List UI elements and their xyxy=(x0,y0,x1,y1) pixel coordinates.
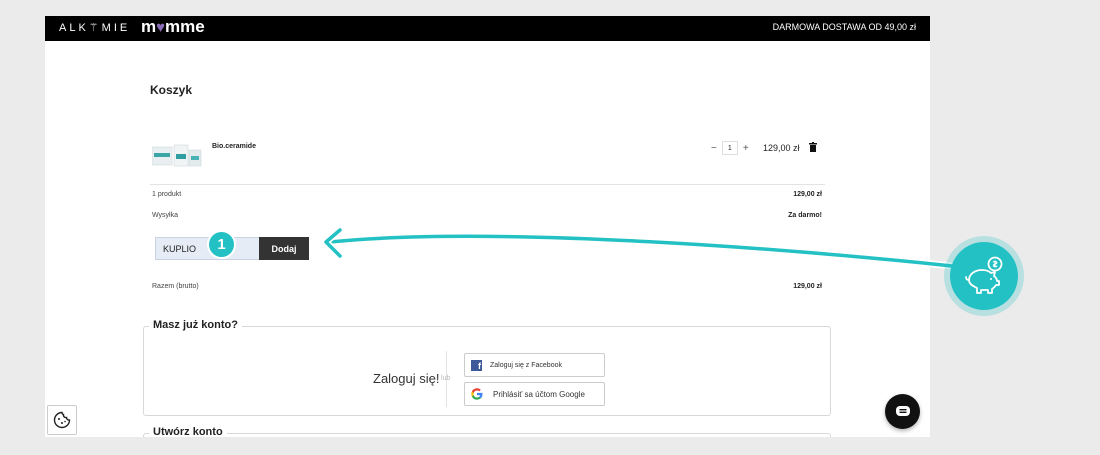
step-badge: 1 xyxy=(207,230,236,259)
alkmie-logo[interactable]: ALK⚚MIE xyxy=(59,21,130,34)
total-label: Razem (brutto) xyxy=(152,283,199,290)
quantity-stepper: − 1 + xyxy=(711,141,749,155)
facebook-icon: f xyxy=(471,359,482,371)
facebook-login-label: Zaloguj się z Facebook xyxy=(490,361,562,369)
checkout-page: ALK⚚MIE m♥mme DARMOWA DOSTAWA OD 49,00 z… xyxy=(45,16,930,437)
increase-quantity-button[interactable]: + xyxy=(743,143,749,154)
top-bar: ALK⚚MIE m♥mme DARMOWA DOSTAWA OD 49,00 z… xyxy=(45,16,930,41)
piggy-bank-badge xyxy=(950,242,1018,310)
piggy-bank-icon xyxy=(965,256,1003,294)
heart-icon: ♥ xyxy=(156,19,166,36)
facebook-login-button[interactable]: f Zaloguj się z Facebook xyxy=(464,353,605,377)
cookie-icon xyxy=(53,411,71,429)
total-value: 129,00 zł xyxy=(793,283,822,290)
google-login-button[interactable]: Prihlásiť sa účtom Google xyxy=(464,382,605,406)
momme-logo-suffix: mme xyxy=(165,17,205,36)
cart-title: Koszyk xyxy=(150,83,193,97)
quantity-input[interactable]: 1 xyxy=(721,141,738,155)
cookie-settings-button[interactable] xyxy=(47,405,77,435)
products-count-label: 1 produkt xyxy=(152,191,182,198)
decrease-quantity-button[interactable]: − xyxy=(711,143,717,154)
google-login-label: Prihlásiť sa účtom Google xyxy=(493,389,585,399)
momme-logo[interactable]: m♥mme xyxy=(141,17,205,37)
chat-icon xyxy=(895,405,910,416)
create-account-section xyxy=(143,433,831,437)
products-subtotal: 129,00 zł xyxy=(793,191,822,198)
chat-button[interactable] xyxy=(885,394,920,429)
shipping-label: Wysyłka xyxy=(152,212,178,219)
product-price: 129,00 zł xyxy=(763,143,800,153)
divider xyxy=(150,184,825,185)
google-icon xyxy=(471,388,483,400)
add-coupon-button[interactable]: Dodaj xyxy=(259,237,309,260)
free-shipping-banner: DARMOWA DOSTAWA OD 49,00 zł xyxy=(772,22,916,32)
create-account-title: Utwórz konto xyxy=(149,426,227,437)
login-link[interactable]: Zaloguj się! xyxy=(373,371,439,386)
shipping-value: Za darmo! xyxy=(788,212,822,219)
login-section-title: Masz już konto? xyxy=(149,319,242,331)
product-thumbnail xyxy=(152,144,202,167)
product-name[interactable]: Bio.ceramide xyxy=(212,143,256,150)
trash-icon[interactable] xyxy=(809,142,817,152)
momme-logo-m: m xyxy=(141,17,157,36)
or-label: lub xyxy=(441,375,451,382)
